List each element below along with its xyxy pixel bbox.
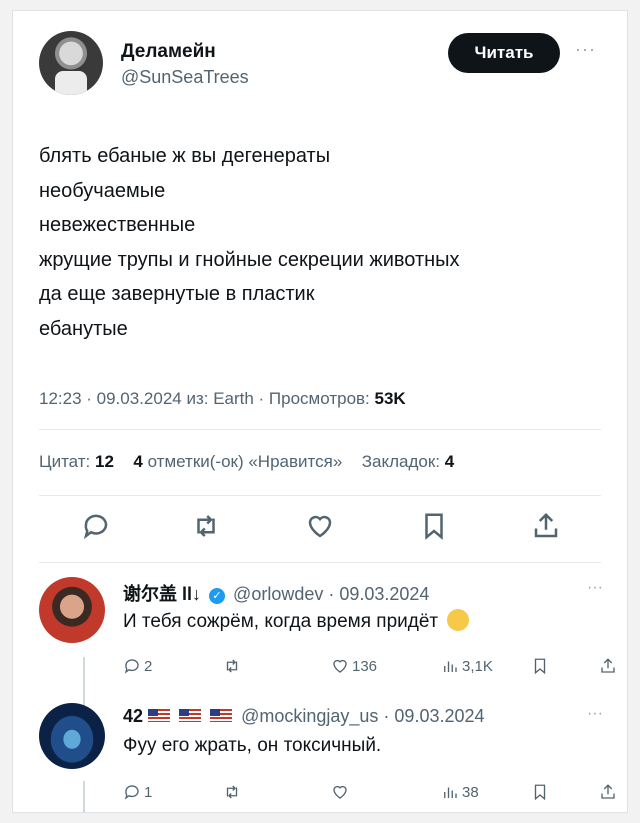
bookmarks-label: Закладок: [361,452,441,471]
like-count: 136 [352,657,378,675]
reply-icon [124,659,139,674]
quotes-label: Цитат: [39,452,91,471]
us-flag-icon [179,709,202,722]
reply-views-button[interactable]: 38 [441,783,479,801]
timestamp-source[interactable]: 12:23 · 09.03.2024 из: Earth · Просмотро… [39,389,370,408]
reply-comment-button[interactable]: 1 [123,783,152,801]
tweet-line: блять ебаные ж вы дегенераты [39,145,331,167]
reply-icon[interactable] [81,511,117,547]
reply-share-button[interactable] [599,657,620,675]
share-icon[interactable] [531,511,567,547]
us-flag-icon [148,709,171,722]
reply-views-button[interactable]: 3,1K [441,657,493,675]
tweet-line: необучаемые [39,179,166,202]
views-count: 53K [374,389,406,408]
reply-text-content: И тебя сожрём, когда время придёт [123,611,439,632]
reply-header: 42 @mockingjay_us · 09.03.2024 [123,706,485,727]
reply-bookmark-button[interactable] [531,657,552,675]
views-count: 3,1K [462,657,493,675]
like-icon[interactable] [305,511,341,547]
views-icon [444,787,457,798]
reply-item[interactable]: 42 @mockingjay_us · 09.03.2024 ··· Фуу е… [39,703,615,808]
bookmarks-stat[interactable]: Закладок: 4 [362,452,454,471]
repost-icon [226,659,238,673]
reply-share-button[interactable] [599,783,620,801]
reply-like-button[interactable] [331,783,352,801]
reply-repost-button[interactable] [223,657,244,675]
divider [39,562,601,563]
reply-like-button[interactable]: 136 [331,657,377,675]
share-icon [601,658,615,673]
reply-author-name[interactable]: 42 [123,706,143,726]
likes-label: отметки(-ок) «Нравится» [147,452,343,471]
reply-more-icon[interactable]: ··· [587,579,603,597]
reply-text: И тебя сожрём, когда время придёт [123,609,470,633]
author-handle[interactable]: @SunSeaTrees [121,67,249,88]
author-name[interactable]: Деламейн [121,41,216,63]
repost-icon[interactable] [191,511,227,547]
reply-handle-date[interactable]: @orlowdev · 09.03.2024 [233,584,429,604]
tweet-line: жрущие трупы и гнойные секреции животных [39,248,460,271]
reply-author-name[interactable]: 谢尔盖 ll↓ [123,584,201,604]
like-icon [333,785,347,799]
divider [39,495,601,496]
tweet-line: невежественные [39,214,196,236]
verified-badge-icon: ✓ [209,588,226,604]
bookmarks-count: 4 [444,452,455,471]
tweet-meta: 12:23 · 09.03.2024 из: Earth · Просмотро… [39,389,406,409]
tweet-line: да еще завернутые в пластик [39,283,315,305]
more-options-icon[interactable]: ··· [575,39,596,60]
reply-actions: 1 38 [123,783,615,805]
views-icon [444,661,457,672]
divider [39,429,601,430]
thread-connector [83,781,85,813]
us-flag-icon [210,709,233,722]
follow-button[interactable]: Читать [448,33,560,73]
reply-bookmark-button[interactable] [531,783,552,801]
reply-comment-button[interactable]: 2 [123,657,152,675]
reply-item[interactable]: 谢尔盖 ll↓ ✓ @orlowdev · 09.03.2024 ··· И т… [39,577,615,687]
reply-icon [124,785,139,800]
reply-count: 1 [144,783,153,801]
bookmark-icon [534,658,546,675]
bookmark-icon[interactable] [419,511,455,547]
reply-avatar[interactable] [39,577,105,643]
tweet-line: ебанутые [39,317,128,340]
tweet-card: Деламейн @SunSeaTrees Читать ··· блять е… [12,10,628,813]
share-icon [601,784,615,799]
reply-repost-button[interactable] [223,783,244,801]
tweet-actions [73,511,573,551]
repost-icon [226,785,238,799]
author-avatar[interactable] [39,31,103,95]
reply-actions: 2 136 3,1K [123,657,615,679]
reply-text: Фуу его жрать, он токсичный. [123,735,382,756]
reply-handle-date[interactable]: @mockingjay_us · 09.03.2024 [241,706,484,726]
reply-more-icon[interactable]: ··· [587,705,603,723]
reply-avatar[interactable] [39,703,105,769]
views-count: 38 [462,783,479,801]
reply-header: 谢尔盖 ll↓ ✓ @orlowdev · 09.03.2024 [123,580,429,606]
quotes-stat[interactable]: Цитат: 12 [39,452,119,471]
engagement-stats: Цитат: 12 4 отметки(-ок) «Нравится» Закл… [39,452,454,472]
reply-count: 2 [144,657,153,675]
likes-count: 4 [133,452,143,471]
like-icon [333,659,347,673]
tweet-text: блять ебаные ж вы дегенераты необучаемые… [39,139,609,346]
quotes-count: 12 [95,452,114,471]
likes-stat[interactable]: 4 отметки(-ок) «Нравится» [133,452,347,471]
smirk-emoji-icon [447,609,470,631]
bookmark-icon [534,784,546,801]
